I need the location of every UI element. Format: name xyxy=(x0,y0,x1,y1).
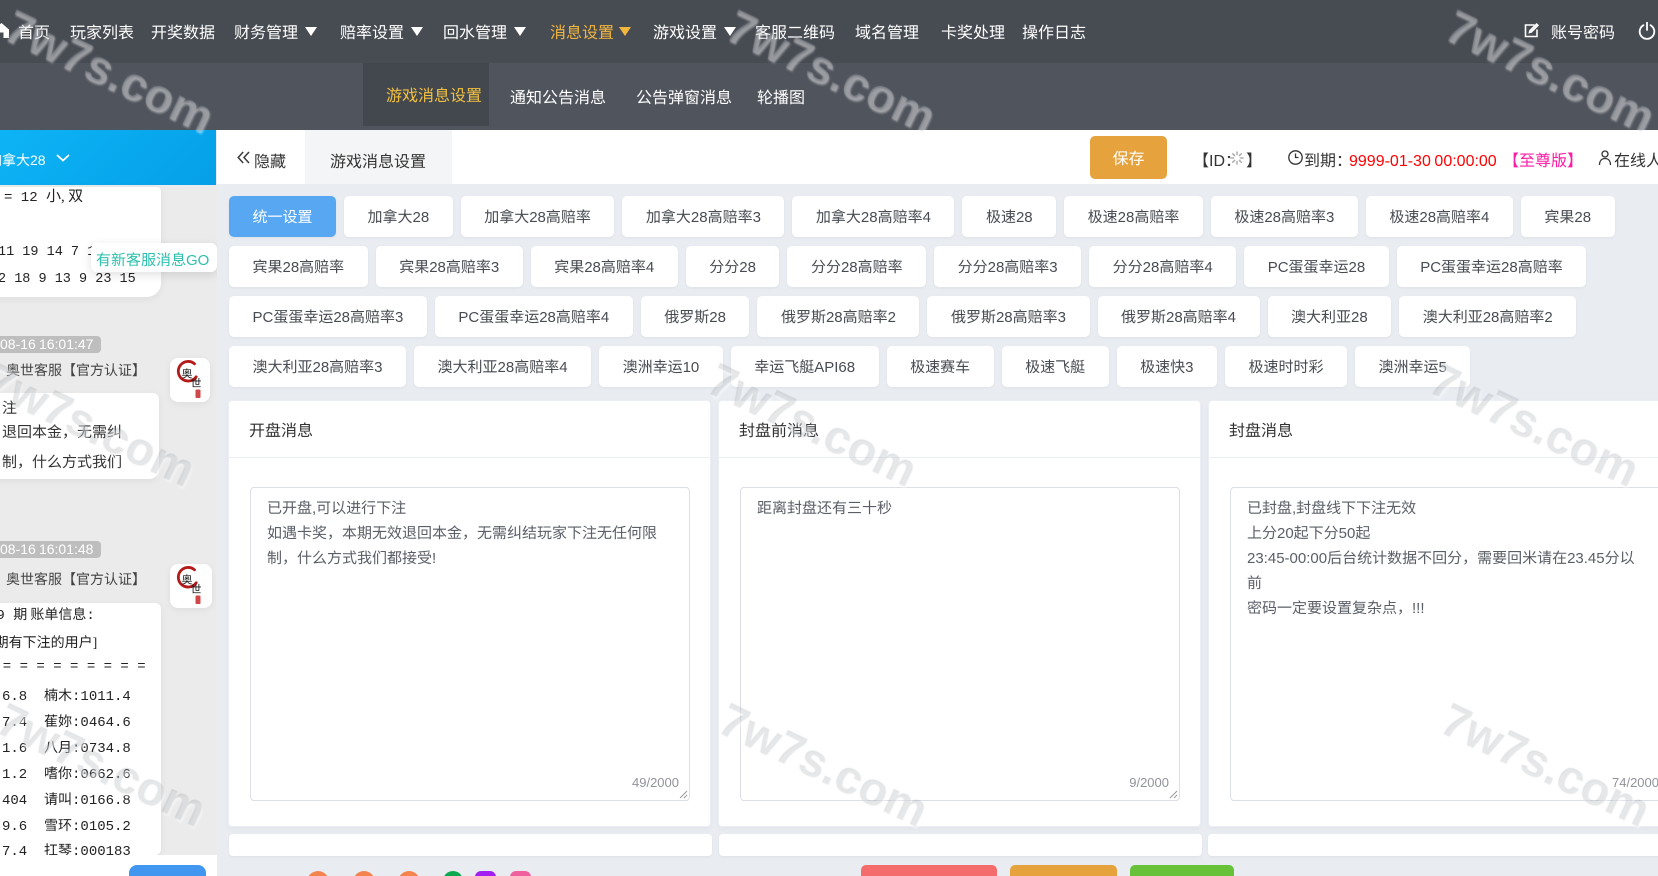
svg-text:世: 世 xyxy=(191,581,202,597)
svg-text:世: 世 xyxy=(191,375,202,391)
